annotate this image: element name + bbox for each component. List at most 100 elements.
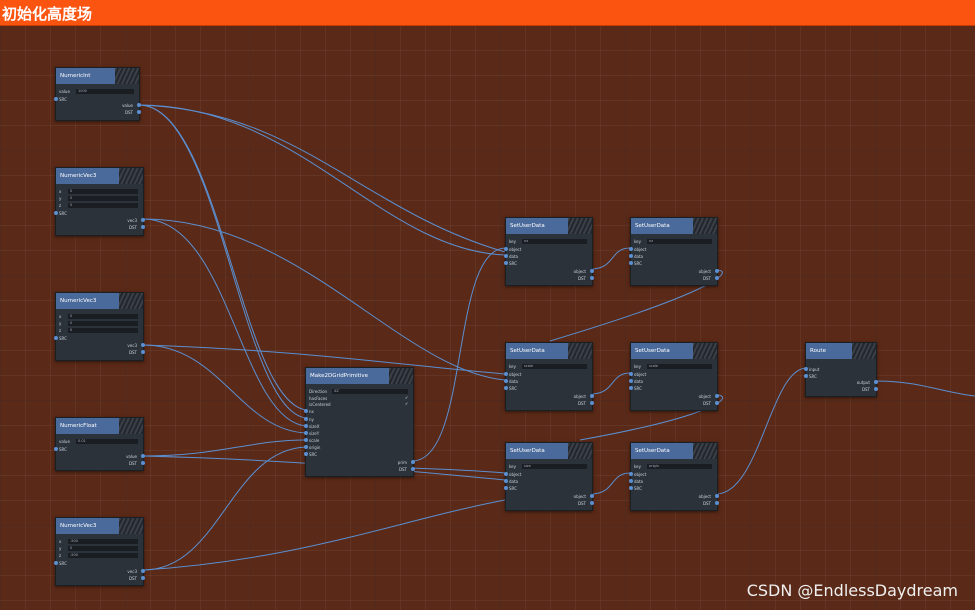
z-field[interactable]: 0 xyxy=(68,203,138,208)
output-socket[interactable] xyxy=(141,461,145,465)
node-graph-canvas[interactable] xyxy=(0,25,975,610)
input-socket[interactable] xyxy=(54,336,58,340)
value-field[interactable]: 1000 xyxy=(76,89,134,94)
output-socket[interactable] xyxy=(715,401,719,405)
output-socket[interactable] xyxy=(715,494,719,498)
key-field[interactable]: nz xyxy=(647,239,712,244)
input-socket[interactable] xyxy=(629,479,633,483)
key-field[interactable]: scale xyxy=(522,364,587,369)
socket-label: vec3 xyxy=(127,569,137,574)
output-socket[interactable] xyxy=(715,269,719,273)
output-socket[interactable] xyxy=(715,276,719,280)
key-field[interactable]: nx xyxy=(522,239,587,244)
input-socket[interactable] xyxy=(504,379,508,383)
is-centered-checkbox[interactable]: ✓ xyxy=(405,402,409,406)
input-socket[interactable] xyxy=(304,431,308,435)
input-socket[interactable] xyxy=(54,561,58,565)
output-socket[interactable] xyxy=(411,460,415,464)
input-socket[interactable] xyxy=(629,486,633,490)
input-socket[interactable] xyxy=(629,379,633,383)
input-socket[interactable] xyxy=(504,479,508,483)
y-field[interactable]: 0 xyxy=(68,546,138,551)
node-route[interactable]: Route input SRC output DST xyxy=(804,342,878,397)
socket-label: prim xyxy=(397,460,407,465)
node-numeric-float[interactable]: NumericFloat value 0.01 SRC value DST xyxy=(54,417,145,471)
input-socket[interactable] xyxy=(504,386,508,390)
input-socket[interactable] xyxy=(629,472,633,476)
input-socket[interactable] xyxy=(629,372,633,376)
input-socket[interactable] xyxy=(304,409,308,413)
node-set-user-data[interactable]: SetUserData key origin object data SRC o… xyxy=(629,442,719,511)
y-field[interactable]: 0 xyxy=(68,321,138,326)
output-socket[interactable] xyxy=(141,454,145,458)
output-socket[interactable] xyxy=(874,380,878,384)
node-numeric-vec3[interactable]: NumericVec3 x -500 y 0 z -500 SRC vec3 D… xyxy=(54,517,145,586)
output-socket[interactable] xyxy=(141,343,145,347)
value-field[interactable]: 0.01 xyxy=(76,439,138,444)
input-socket[interactable] xyxy=(304,438,308,442)
output-socket[interactable] xyxy=(141,569,145,573)
node-make-2d-grid-primitive[interactable]: Make2DGridPrimitive Direction XZ hasFace… xyxy=(304,367,415,477)
output-socket[interactable] xyxy=(590,269,594,273)
node-numeric-vec3[interactable]: NumericVec3 x 0 y 0 z 0 SRC vec3 DST xyxy=(54,292,145,361)
output-socket[interactable] xyxy=(874,387,878,391)
output-socket[interactable] xyxy=(590,276,594,280)
output-socket[interactable] xyxy=(590,394,594,398)
y-field[interactable]: 0 xyxy=(68,196,138,201)
input-socket[interactable] xyxy=(504,247,508,251)
x-field[interactable]: 0 xyxy=(68,189,138,194)
input-socket[interactable] xyxy=(304,452,308,456)
node-set-user-data[interactable]: SetUserData key scale object data SRC ob… xyxy=(504,342,594,411)
output-socket[interactable] xyxy=(137,103,141,107)
output-socket[interactable] xyxy=(141,225,145,229)
output-socket[interactable] xyxy=(715,394,719,398)
input-socket[interactable] xyxy=(629,261,633,265)
input-socket[interactable] xyxy=(629,247,633,251)
has-faces-checkbox[interactable]: ✓ xyxy=(405,396,409,400)
input-socket[interactable] xyxy=(504,254,508,258)
node-set-user-data[interactable]: SetUserData key size object data SRC obj… xyxy=(504,442,594,511)
input-socket[interactable] xyxy=(304,424,308,428)
node-title: SetUserData xyxy=(510,223,545,229)
socket-label: output xyxy=(856,380,870,385)
output-socket[interactable] xyxy=(590,501,594,505)
output-socket[interactable] xyxy=(590,494,594,498)
node-set-user-data[interactable]: SetUserData key scale object data SRC ob… xyxy=(629,342,719,411)
input-socket[interactable] xyxy=(304,445,308,449)
z-field[interactable]: -500 xyxy=(68,553,138,558)
output-socket[interactable] xyxy=(715,501,719,505)
input-socket[interactable] xyxy=(504,372,508,376)
input-socket[interactable] xyxy=(54,97,58,101)
input-socket[interactable] xyxy=(504,472,508,476)
input-socket[interactable] xyxy=(54,211,58,215)
node-set-user-data[interactable]: SetUserData key nz object data SRC objec… xyxy=(629,217,719,286)
output-socket[interactable] xyxy=(141,350,145,354)
input-socket[interactable] xyxy=(504,486,508,490)
node-numeric-vec3[interactable]: NumericVec3 x 0 y 0 z 0 SRC vec3 DST xyxy=(54,167,145,236)
socket-label: data xyxy=(509,254,519,259)
direction-field[interactable]: XZ xyxy=(332,389,408,394)
node-set-user-data[interactable]: SetUserData key nx object data SRC objec… xyxy=(504,217,594,286)
node-numeric-int[interactable]: NumericInt value 1000 SRC value DST xyxy=(54,67,141,121)
z-field[interactable]: 0 xyxy=(68,328,138,333)
socket-label: SRC xyxy=(509,386,517,391)
key-field[interactable]: scale xyxy=(647,364,712,369)
output-socket[interactable] xyxy=(590,401,594,405)
key-field[interactable]: size xyxy=(522,464,587,469)
socket-label: origin xyxy=(309,445,321,450)
output-socket[interactable] xyxy=(141,218,145,222)
input-socket[interactable] xyxy=(504,261,508,265)
key-field[interactable]: origin xyxy=(647,464,712,469)
input-socket[interactable] xyxy=(304,417,308,421)
output-socket[interactable] xyxy=(137,110,141,114)
input-socket[interactable] xyxy=(629,386,633,390)
output-socket[interactable] xyxy=(141,576,145,580)
output-socket[interactable] xyxy=(411,467,415,471)
x-field[interactable]: -500 xyxy=(68,539,138,544)
header-stripes xyxy=(115,68,139,84)
input-socket[interactable] xyxy=(54,447,58,451)
input-socket[interactable] xyxy=(804,374,808,378)
input-socket[interactable] xyxy=(629,254,633,258)
input-socket[interactable] xyxy=(804,367,808,371)
x-field[interactable]: 0 xyxy=(68,314,138,319)
